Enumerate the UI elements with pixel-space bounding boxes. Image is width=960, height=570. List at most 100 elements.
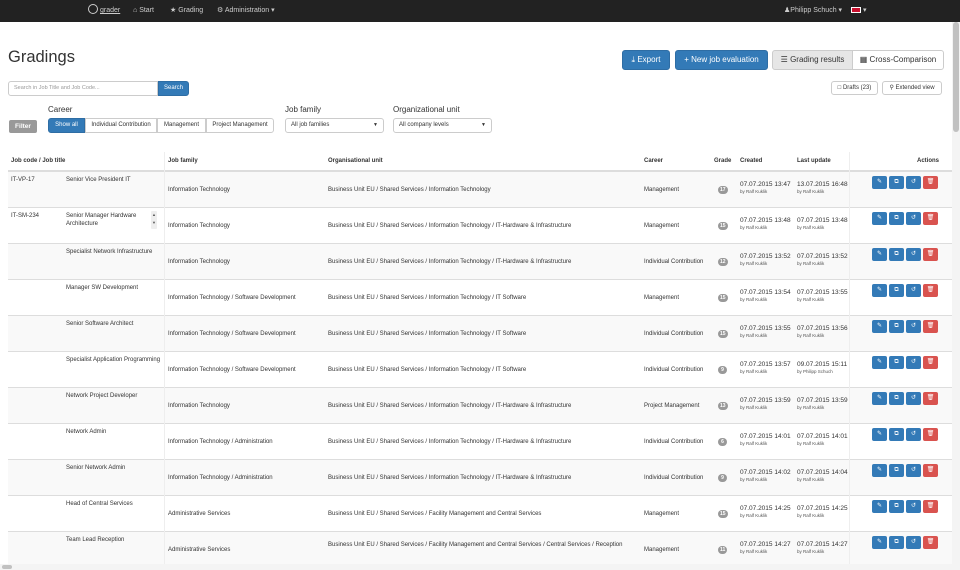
history-button[interactable]: ↺	[906, 392, 921, 405]
copy-button[interactable]: ⧉	[889, 500, 904, 513]
career-filter-individual-contribution[interactable]: Individual Contribution	[85, 118, 157, 133]
nav-start[interactable]: ⌂ Start	[133, 0, 154, 22]
delete-button[interactable]: 🗑	[923, 428, 938, 441]
copy-button[interactable]: ⧉	[889, 536, 904, 549]
job-title[interactable]: Team Lead Reception	[66, 536, 162, 544]
vertical-scrollbar[interactable]	[952, 22, 960, 570]
history-button[interactable]: ↺	[906, 320, 921, 333]
history-button[interactable]: ↺	[906, 212, 921, 225]
edit-button[interactable]: ✎	[872, 356, 887, 369]
copy-button[interactable]: ⧉	[889, 356, 904, 369]
col-header-created[interactable]: Created	[740, 158, 762, 164]
edit-button[interactable]: ✎	[872, 536, 887, 549]
delete-button[interactable]: 🗑	[923, 284, 938, 297]
extended-view-button[interactable]: ⚲ Extended view	[882, 81, 942, 95]
nav-grading[interactable]: ★ Grading	[170, 0, 203, 22]
edit-button[interactable]: ✎	[872, 176, 887, 189]
export-button[interactable]: ⤓ Export	[622, 50, 670, 70]
delete-button[interactable]: 🗑	[923, 212, 938, 225]
table-row[interactable]: IT-VP-17 Senior Vice President IT Informat…	[8, 171, 952, 207]
job-title[interactable]: Head of Central Services	[66, 500, 162, 508]
career-filter-management[interactable]: Management	[157, 118, 206, 133]
job-family-select[interactable]: All job families ▼	[285, 118, 384, 133]
edit-button[interactable]: ✎	[872, 248, 887, 261]
history-button[interactable]: ↺	[906, 536, 921, 549]
delete-button[interactable]: 🗑	[923, 248, 938, 261]
edit-button[interactable]: ✎	[872, 500, 887, 513]
cross-comparison-button[interactable]: ▦ Cross-Comparison	[852, 50, 944, 70]
edit-button[interactable]: ✎	[872, 464, 887, 477]
edit-button[interactable]: ✎	[872, 392, 887, 405]
col-header-org[interactable]: Organisational unit	[328, 158, 383, 164]
job-title[interactable]: Manager SW Development	[66, 284, 162, 292]
copy-button[interactable]: ⧉	[889, 320, 904, 333]
col-header-updated[interactable]: Last update	[797, 158, 831, 164]
new-job-evaluation-button[interactable]: + New job evaluation	[675, 50, 768, 70]
scrollbar-thumb[interactable]	[2, 565, 12, 569]
delete-button[interactable]: 🗑	[923, 356, 938, 369]
search-button[interactable]: Search	[158, 81, 189, 96]
org-unit-select[interactable]: All company levels ▼	[393, 118, 492, 133]
col-header-grade[interactable]: Grade	[714, 158, 731, 164]
job-title[interactable]: Senior Vice President IT	[66, 176, 162, 184]
table-row[interactable]: Specialist Network Infrastructure Informa…	[8, 243, 952, 279]
history-button[interactable]: ↺	[906, 464, 921, 477]
history-button[interactable]: ↺	[906, 500, 921, 513]
table-row[interactable]: Network Admin Information Technology / Ad…	[8, 423, 952, 459]
search-input[interactable]: Search in Job Title and Job Code...	[8, 81, 158, 96]
history-button[interactable]: ↺	[906, 248, 921, 261]
nav-administration[interactable]: ⚙ Administration ▾	[217, 0, 275, 22]
delete-button[interactable]: 🗑	[923, 464, 938, 477]
delete-button[interactable]: 🗑	[923, 500, 938, 513]
copy-button[interactable]: ⧉	[889, 284, 904, 297]
table-row[interactable]: Network Project Developer Information Tec…	[8, 387, 952, 423]
delete-button[interactable]: 🗑	[923, 392, 938, 405]
text-scroll-arrows[interactable]: ▲ ▼	[151, 211, 157, 229]
copy-button[interactable]: ⧉	[889, 392, 904, 405]
table-row[interactable]: Team Lead Reception Administrative Servic…	[8, 531, 952, 567]
history-button[interactable]: ↺	[906, 428, 921, 441]
horizontal-scrollbar[interactable]	[0, 564, 952, 570]
copy-button[interactable]: ⧉	[889, 464, 904, 477]
job-family: Administrative Services	[168, 511, 231, 517]
job-family: Administrative Services	[168, 547, 231, 553]
delete-button[interactable]: 🗑	[923, 320, 938, 333]
grading-results-button[interactable]: ☰ Grading results	[772, 50, 853, 70]
table-row[interactable]: IT-SM-234 Senior Manager Hardware Archite…	[8, 207, 952, 243]
delete-button[interactable]: 🗑	[923, 176, 938, 189]
table-row[interactable]: Manager SW Development Information Techno…	[8, 279, 952, 315]
career-filter-show-all[interactable]: Show all	[48, 118, 85, 133]
copy-button[interactable]: ⧉	[889, 428, 904, 441]
history-button[interactable]: ↺	[906, 284, 921, 297]
delete-button[interactable]: 🗑	[923, 536, 938, 549]
scrollbar-thumb[interactable]	[953, 22, 959, 132]
history-button[interactable]: ↺	[906, 176, 921, 189]
edit-button[interactable]: ✎	[872, 284, 887, 297]
table-row[interactable]: Senior Network Admin Information Technolo…	[8, 459, 952, 495]
copy-button[interactable]: ⧉	[889, 212, 904, 225]
table-row[interactable]: Head of Central Services Administrative S…	[8, 495, 952, 531]
col-header-career[interactable]: Career	[644, 158, 663, 164]
table-row[interactable]: Specialist Application Programming Inform…	[8, 351, 952, 387]
copy-button[interactable]: ⧉	[889, 176, 904, 189]
edit-button[interactable]: ✎	[872, 212, 887, 225]
history-button[interactable]: ↺	[906, 356, 921, 369]
job-title[interactable]: Network Admin	[66, 428, 162, 436]
job-title[interactable]: Network Project Developer	[66, 392, 162, 400]
job-title[interactable]: Senior Manager Hardware Architecture	[66, 212, 144, 228]
col-header-family[interactable]: Job family	[168, 158, 198, 164]
copy-button[interactable]: ⧉	[889, 248, 904, 261]
edit-button[interactable]: ✎	[872, 320, 887, 333]
career-filter-project-management[interactable]: Project Management	[206, 118, 274, 133]
col-header-code[interactable]: Job code / Job title	[11, 158, 65, 164]
brand-link[interactable]: grader	[88, 0, 120, 22]
job-title[interactable]: Specialist Network Infrastructure	[66, 248, 162, 256]
job-title[interactable]: Senior Software Architect	[66, 320, 162, 328]
job-title[interactable]: Specialist Application Programming	[66, 356, 162, 364]
nav-user-menu[interactable]: ♟Philipp Schuch ▾	[784, 0, 842, 22]
table-row[interactable]: Senior Software Architect Information Tec…	[8, 315, 952, 351]
drafts-button[interactable]: □ Drafts (23)	[831, 81, 878, 95]
edit-button[interactable]: ✎	[872, 428, 887, 441]
nav-language-menu[interactable]: ▾	[851, 0, 867, 22]
job-title[interactable]: Senior Network Admin	[66, 464, 162, 472]
